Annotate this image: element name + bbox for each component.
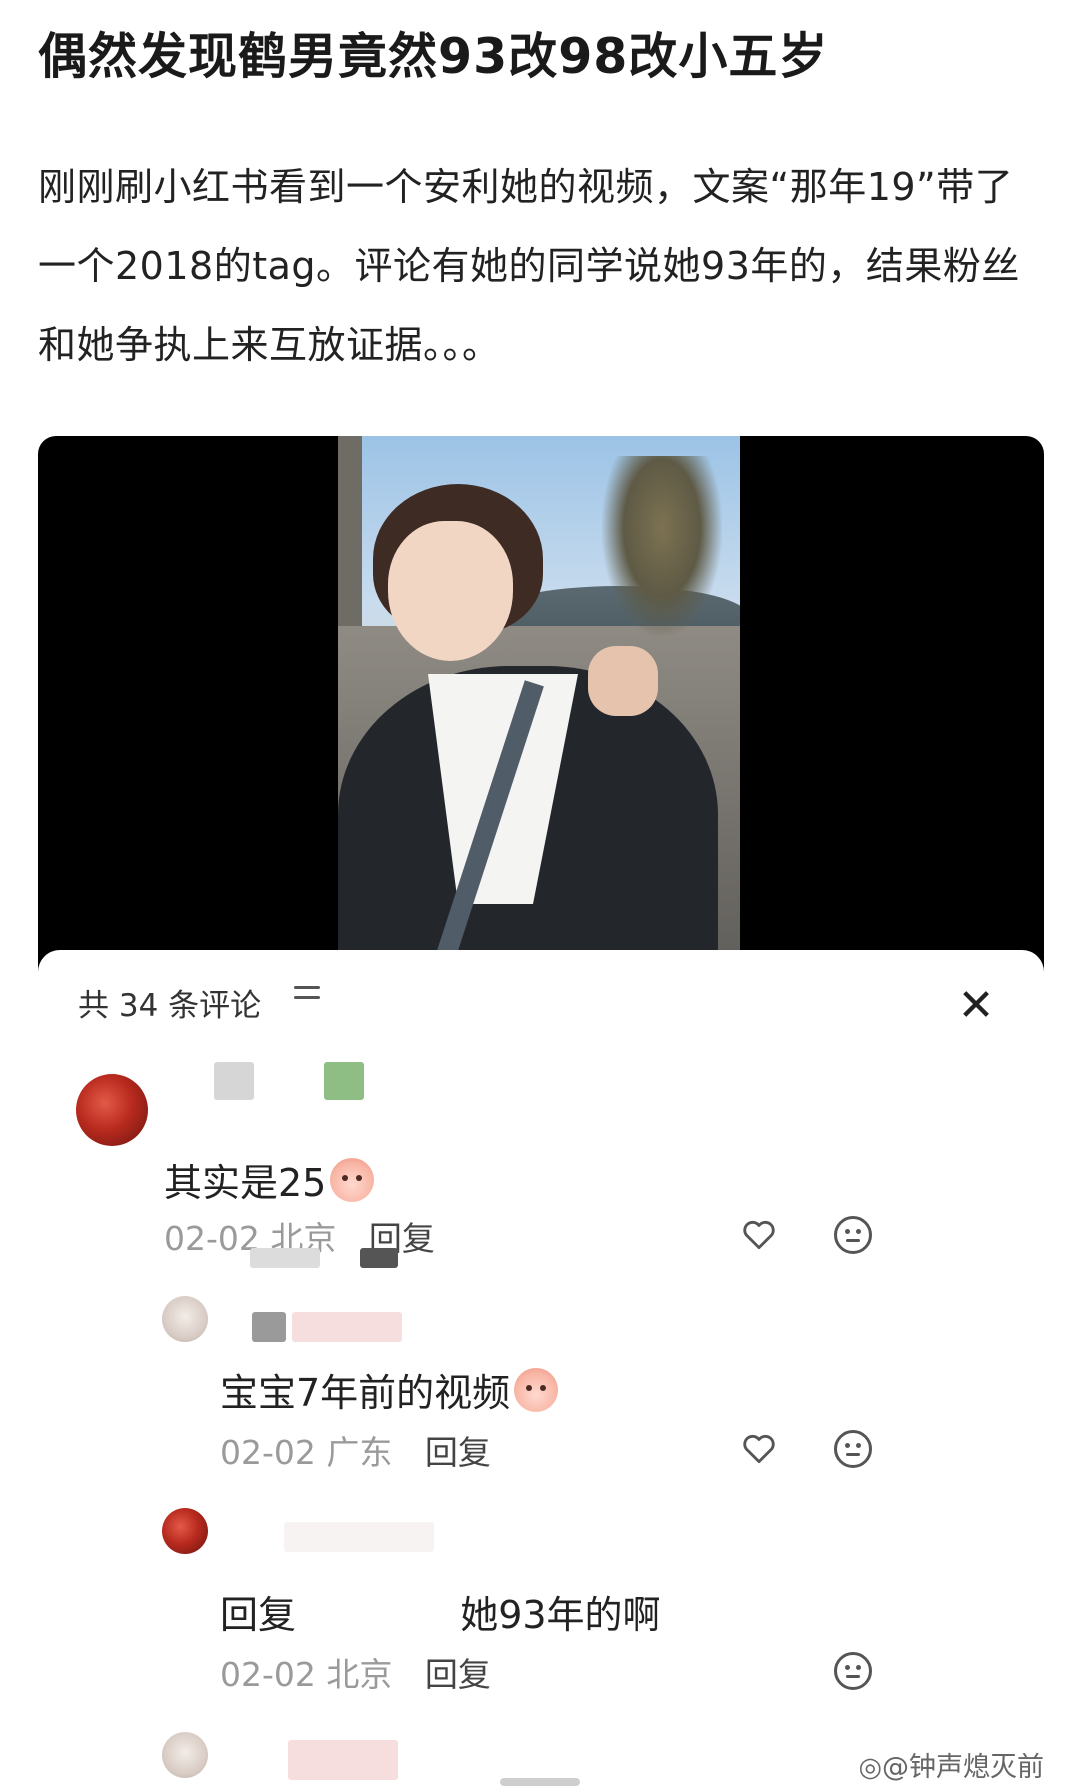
username-blur <box>324 1062 364 1100</box>
video-person-hand <box>588 646 658 716</box>
neutral-face-icon[interactable] <box>834 1652 872 1690</box>
comment-meta: 02-02 北京 回复 <box>220 1648 491 1696</box>
username-blur <box>214 1062 254 1100</box>
comments-panel: 共 34 条评论 ✕ 其实是25 02-02 北京 回复 宝宝7年前的视频 02… <box>38 950 1044 1790</box>
comment-text: 宝宝7年前的视频 <box>220 1362 559 1417</box>
video-player[interactable] <box>38 436 1044 996</box>
username-blur <box>288 1740 398 1780</box>
laughing-crying-emoji-icon <box>330 1158 375 1202</box>
reply-button[interactable]: 回复 <box>425 1655 491 1694</box>
smiling-peach-emoji-icon <box>514 1368 559 1412</box>
avatar[interactable] <box>76 1074 148 1146</box>
neutral-face-icon[interactable] <box>834 1430 872 1468</box>
username-blur <box>252 1312 286 1342</box>
neutral-face-icon[interactable] <box>834 1216 872 1254</box>
heart-icon[interactable] <box>740 1430 778 1468</box>
username-blur <box>250 1248 320 1268</box>
comment-location: 北京 <box>326 1655 393 1694</box>
heart-icon[interactable] <box>740 1216 778 1254</box>
video-person-face <box>388 521 513 661</box>
username-blur <box>292 1312 402 1342</box>
reply-prefix: 回复 <box>220 1593 297 1637</box>
close-icon[interactable]: ✕ <box>956 984 996 1028</box>
comment-text: 其实是25 <box>164 1152 375 1207</box>
username-blur <box>360 1248 398 1268</box>
video-frame <box>338 436 740 996</box>
weibo-watermark: ◎@钟声熄灭前 <box>858 1752 1044 1783</box>
reply-button[interactable]: 回复 <box>425 1433 491 1472</box>
username-blur <box>284 1522 434 1552</box>
comment-date: 02-02 <box>220 1433 316 1472</box>
comment-location: 广东 <box>326 1433 393 1472</box>
comments-count: 共 34 条评论 <box>78 988 262 1024</box>
sort-lines-icon[interactable] <box>294 986 320 1010</box>
comment-meta: 02-02 广东 回复 <box>220 1426 491 1474</box>
avatar[interactable] <box>162 1508 208 1554</box>
avatar[interactable] <box>162 1296 208 1342</box>
avatar[interactable] <box>162 1732 208 1778</box>
video-scene-tree <box>602 456 722 636</box>
video-scene-pole <box>338 436 362 656</box>
comment-date: 02-02 <box>164 1219 260 1258</box>
comment-text: 回复 她93年的啊 <box>220 1593 661 1637</box>
post-title: 偶然发现鹤男竟然93改98改小五岁 <box>38 28 829 85</box>
comment-date: 02-02 <box>220 1655 316 1694</box>
post-body: 刚刚刷小红书看到一个安利她的视频，文案“那年19”带了一个2018的tag。评论… <box>38 165 1020 367</box>
home-indicator <box>500 1778 580 1786</box>
